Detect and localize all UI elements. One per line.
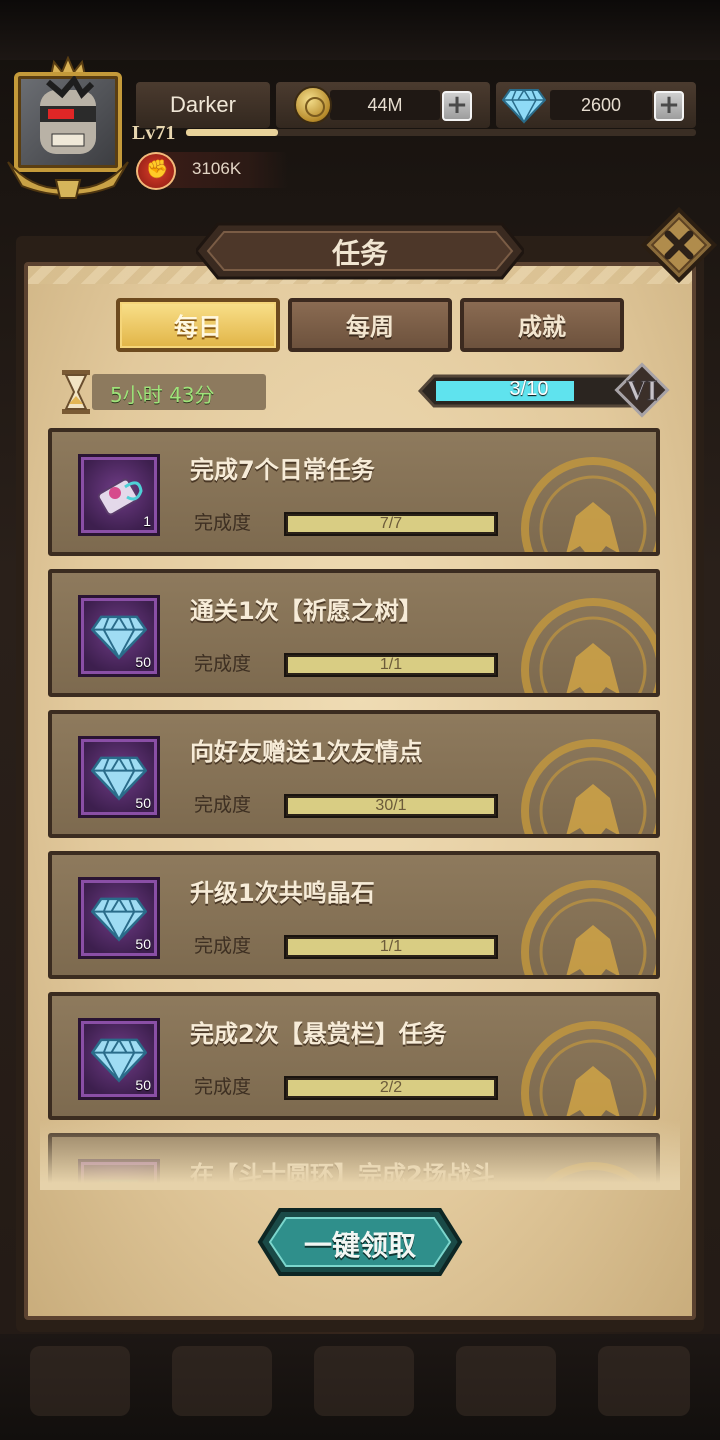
list-fade	[40, 1120, 680, 1190]
tab-achievements[interactable]: 成就	[460, 298, 624, 352]
task-progress-label: 完成度	[194, 653, 252, 675]
hourglass-icon	[62, 370, 90, 414]
gem-amount: 2600	[550, 90, 652, 120]
task-progress-text: 7/7	[379, 515, 403, 532]
task-title: 向好友赠送1次友情点	[190, 738, 423, 766]
task-progress-label: 完成度	[194, 935, 252, 957]
task-list[interactable]: 1 完成7个日常任务 完成度 7/7 50 通关1次【祈愿之树】 完成度 1/1 50 向好友赠送…	[40, 426, 680, 1188]
status-bar-area	[0, 0, 720, 60]
task-title: 升级1次共鸣晶石	[190, 879, 375, 907]
fist-icon	[136, 152, 176, 190]
reward-slot[interactable]: 50	[78, 736, 160, 818]
task-progress-label: 完成度	[194, 794, 252, 816]
combat-power-value: 3106K	[192, 159, 242, 178]
nav-item-4[interactable]	[456, 1346, 556, 1416]
task-title: 完成7个日常任务	[190, 456, 375, 484]
task-progress-bar: 2/2	[284, 1076, 498, 1100]
reward-slot[interactable]: 50	[78, 877, 160, 959]
nav-item-2[interactable]	[172, 1346, 272, 1416]
nav-item-5[interactable]	[598, 1346, 690, 1416]
avatar-wings-ornament	[7, 161, 129, 199]
diamond-icon	[502, 89, 546, 124]
nav-item-1[interactable]	[30, 1346, 130, 1416]
task-progress-text: 1/1	[379, 938, 403, 955]
completed-stamp-icon	[521, 739, 656, 834]
task-progress-text: 1/1	[379, 656, 403, 673]
task-card[interactable]: 50 升级1次共鸣晶石完成度 1/1	[48, 851, 660, 979]
add-gem-button[interactable]: +	[654, 91, 684, 121]
task-card[interactable]: 50 完成2次【悬赏栏】任务完成度 2/2	[48, 992, 660, 1120]
nav-item-3[interactable]	[314, 1346, 414, 1416]
completed-stamp-icon	[521, 598, 656, 693]
xp-bar	[186, 129, 696, 136]
task-progress-bar: 1/1	[284, 935, 498, 959]
reward-count: 50	[135, 1077, 151, 1093]
task-card[interactable]: 50 通关1次【祈愿之树】完成度 1/1	[48, 569, 660, 697]
panel-title: 任务	[331, 237, 388, 270]
claim-all-label: 一键领取	[303, 1229, 416, 1262]
completed-stamp-icon	[521, 1021, 656, 1116]
add-gold-button[interactable]: +	[442, 91, 472, 121]
reward-slot[interactable]: 50	[78, 595, 160, 677]
task-progress-label: 完成度	[194, 1076, 252, 1098]
activity-progress-text: 3/10	[509, 378, 549, 400]
task-title: 完成2次【悬赏栏】任务	[190, 1020, 447, 1048]
task-card[interactable]: 50 向好友赠送1次友情点完成度 30/1	[48, 710, 660, 838]
task-title: 通关1次【祈愿之树】	[190, 597, 423, 625]
completed-stamp-icon	[521, 457, 656, 552]
reward-slot[interactable]: 1	[78, 454, 160, 536]
reward-slot[interactable]: 50	[78, 1018, 160, 1100]
reward-count: 50	[135, 654, 151, 670]
close-button[interactable]	[640, 206, 718, 284]
tier-badge[interactable]: VI	[612, 360, 672, 420]
xp-bar-fill	[186, 129, 278, 136]
tier-badge-label: VI	[626, 376, 657, 407]
reward-count: 50	[135, 936, 151, 952]
tab-daily[interactable]: 每日	[116, 298, 280, 352]
task-progress-bar: 1/1	[284, 653, 498, 677]
player-level: Lv71	[132, 122, 176, 144]
reward-count: 1	[143, 513, 151, 529]
completed-stamp-icon	[521, 880, 656, 975]
reward-count: 50	[135, 795, 151, 811]
refresh-timer: 5小时 43分	[110, 383, 215, 407]
task-progress-bar: 30/1	[284, 794, 498, 818]
task-progress-text: 2/2	[379, 1079, 403, 1096]
task-progress-bar: 7/7	[284, 512, 498, 536]
task-progress-label: 完成度	[194, 512, 252, 534]
task-card[interactable]: 1 完成7个日常任务完成度 7/7	[48, 428, 660, 556]
gold-coin-icon	[294, 86, 332, 124]
player-avatar[interactable]	[4, 56, 132, 200]
gold-amount: 44M	[330, 90, 440, 120]
player-name: Darker	[169, 92, 236, 117]
scroll-bundle-icon	[97, 478, 143, 516]
tab-weekly[interactable]: 每周	[288, 298, 452, 352]
task-progress-text: 30/1	[375, 797, 407, 814]
